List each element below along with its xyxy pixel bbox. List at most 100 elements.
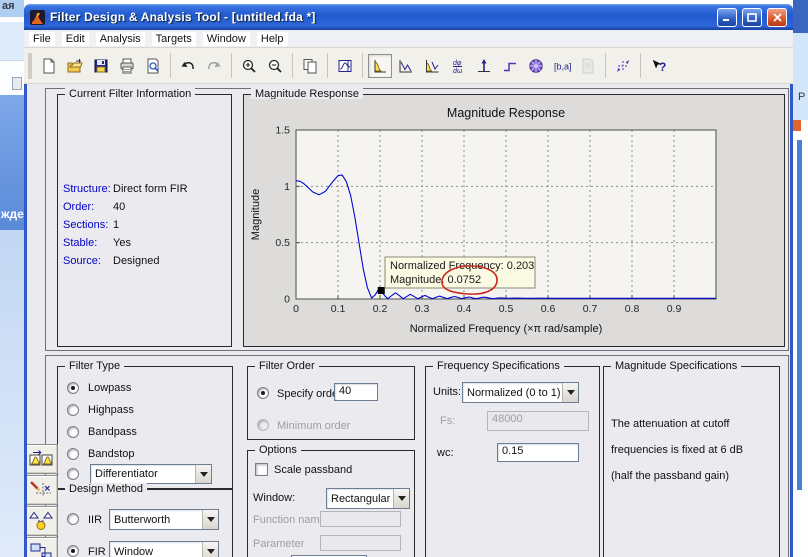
print-preview-button[interactable] <box>141 54 165 78</box>
wc-input[interactable]: 0.15 <box>497 443 579 462</box>
parameter-label: Parameter <box>253 538 304 550</box>
filter-coefficients-button[interactable]: [b,a] <box>550 54 574 78</box>
realize-model-button[interactable] <box>27 537 58 557</box>
background-text-fragment: P <box>798 91 805 103</box>
impulse-response-icon <box>476 58 492 74</box>
magnitude-phase-button[interactable] <box>420 54 444 78</box>
title-bar[interactable]: Filter Design & Analysis Tool - [untitle… <box>24 4 793 30</box>
panel-title: Options <box>255 444 301 456</box>
function-name-label: Function name: <box>253 514 329 526</box>
magnitude-response-button[interactable] <box>368 54 392 78</box>
units-dropdown[interactable]: Normalized (0 to 1) <box>462 382 579 403</box>
magnitude-response-plot[interactable]: 00.10.20.30.40.50.60.70.80.900.511.5Magn… <box>246 99 783 345</box>
lowpass-radio[interactable] <box>67 382 79 394</box>
toolbar-separator <box>362 53 363 78</box>
print-button[interactable] <box>115 54 139 78</box>
redo-arrow-icon <box>206 58 222 74</box>
design-method-panel: Design Method IIR Butterworth FIR Window <box>57 489 233 557</box>
menu-bar: File Edit Analysis Targets Window Help <box>24 30 793 48</box>
highpass-radio[interactable] <box>67 404 79 416</box>
iir-method-dropdown[interactable]: Butterworth <box>109 509 219 530</box>
wc-label: wc: <box>437 447 454 459</box>
new-session-button[interactable] <box>37 54 61 78</box>
datatip-marker[interactable] <box>378 287 385 294</box>
info-label: Stable: <box>63 237 97 249</box>
background-window-left: ая жде <box>0 0 24 557</box>
save-session-button[interactable] <box>89 54 113 78</box>
coefficients-icon: [b,a] <box>553 58 572 74</box>
window-label: Window: <box>253 492 295 504</box>
magnitude-response-panel: Magnitude Response 00.10.20.30.40.50.60.… <box>243 94 785 347</box>
current-filter-info-panel: Current Filter Information Structure: Di… <box>57 94 232 347</box>
bandstop-radio[interactable] <box>67 448 79 460</box>
units-label: Units: <box>433 386 461 398</box>
scale-passband-label: Scale passband <box>274 464 352 476</box>
svg-text:0: 0 <box>284 294 290 306</box>
zoom-out-icon <box>267 58 283 74</box>
maximize-button[interactable] <box>742 8 762 27</box>
info-value: 1 <box>113 219 119 231</box>
parameter-input <box>320 535 401 551</box>
multirate-filter-icon <box>29 511 53 531</box>
scale-passband-checkbox[interactable] <box>255 463 268 476</box>
open-folder-icon <box>67 58 84 74</box>
svg-text:1: 1 <box>284 181 290 193</box>
order-input[interactable]: 40 <box>334 383 378 401</box>
fir-label: FIR <box>88 546 106 557</box>
fir-radio[interactable] <box>67 545 79 557</box>
full-view-analysis-icon <box>615 58 631 74</box>
menu-file[interactable]: File <box>29 32 55 46</box>
toolbar-separator <box>170 53 171 78</box>
transform-filter-button[interactable] <box>27 444 58 474</box>
multirate-filter-button[interactable] <box>27 506 58 536</box>
menu-analysis[interactable]: Analysis <box>96 32 145 46</box>
window-dropdown[interactable]: Rectangular <box>326 488 410 509</box>
menu-edit[interactable]: Edit <box>62 32 89 46</box>
impulse-response-button[interactable] <box>472 54 496 78</box>
svg-text:0.5: 0.5 <box>275 237 290 249</box>
open-session-button[interactable] <box>63 54 87 78</box>
phase-response-button[interactable] <box>394 54 418 78</box>
magnitude-specs-text: frequencies is fixed at 6 dB <box>611 444 743 456</box>
fs-label: Fs: <box>440 415 455 427</box>
minimize-button[interactable] <box>717 8 737 27</box>
iir-radio[interactable] <box>67 513 79 525</box>
group-delay-button[interactable]: dφdω <box>446 54 470 78</box>
menu-help[interactable]: Help <box>257 32 288 46</box>
matlab-logo-icon <box>30 10 45 25</box>
filter-specs-button[interactable] <box>333 54 357 78</box>
lowpass-label: Lowpass <box>88 382 131 394</box>
help-button[interactable]: ? <box>646 54 670 78</box>
toolbar: dφdω [b,a]? <box>24 48 793 84</box>
toolbar-drag-handle[interactable] <box>28 53 32 79</box>
close-button[interactable] <box>767 8 787 27</box>
window-title: Filter Design & Analysis Tool - [untitle… <box>50 10 712 24</box>
menu-targets[interactable]: Targets <box>152 32 196 46</box>
svg-text:0.9: 0.9 <box>667 303 682 315</box>
chevron-down-icon <box>207 549 215 554</box>
panel-title: Filter Order <box>255 360 319 372</box>
other-type-dropdown[interactable]: Differentiator <box>90 464 212 484</box>
y-axis-label: Magnitude <box>250 189 262 240</box>
menu-window[interactable]: Window <box>203 32 250 46</box>
zoom-in-button[interactable] <box>237 54 261 78</box>
other-type-radio[interactable] <box>67 468 79 480</box>
undo-button[interactable] <box>176 54 200 78</box>
full-view-analysis-button[interactable] <box>611 54 635 78</box>
zoom-out-button[interactable] <box>263 54 287 78</box>
copy-figure-button[interactable] <box>298 54 322 78</box>
info-value: Direct form FIR <box>113 183 188 195</box>
pole-zero-editor-button[interactable] <box>27 475 58 505</box>
pole-zero-plot-button[interactable] <box>524 54 548 78</box>
chart-title: Magnitude Response <box>447 106 565 120</box>
info-label: Structure: <box>63 183 111 195</box>
step-response-button[interactable] <box>498 54 522 78</box>
fir-method-dropdown[interactable]: Window <box>109 541 219 557</box>
filter-specs-icon <box>337 58 353 74</box>
new-file-icon <box>41 58 57 74</box>
specify-order-radio[interactable] <box>257 387 269 399</box>
highpass-label: Highpass <box>88 404 134 416</box>
bandpass-radio[interactable] <box>67 426 79 438</box>
transform-filter-icon <box>29 449 53 469</box>
realize-model-icon <box>29 542 53 557</box>
